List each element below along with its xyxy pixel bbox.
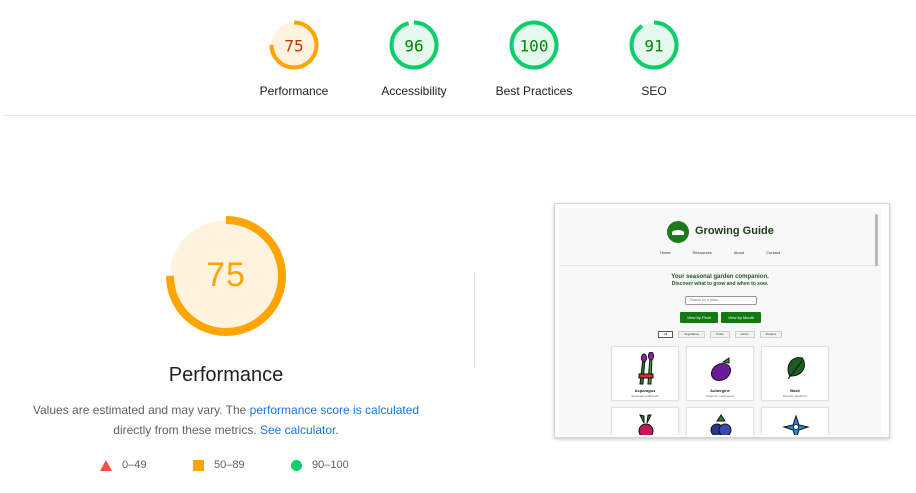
performance-gauge-large: 75	[166, 216, 286, 336]
nav-resources: Resources	[692, 250, 712, 255]
gauge-label: Accessibility	[381, 84, 447, 98]
desc-text: Values are estimated and may vary. The	[32, 403, 250, 417]
gauge-performance-ring: 75	[269, 20, 319, 70]
gauge-performance[interactable]: 75 Performance	[234, 20, 354, 98]
legend-average: 50–89	[193, 459, 245, 471]
hero-heading: Your seasonal garden companion.	[671, 274, 769, 280]
gauge-score: 96	[404, 37, 423, 56]
basil-icon	[787, 357, 805, 380]
beetroot-icon	[638, 414, 654, 435]
plant-latin-name: Ocimum basilicum	[782, 394, 808, 398]
final-screenshot-thumbnail[interactable]: Growing Guide Home Resources About Conta…	[554, 203, 890, 438]
view-by-plant-button: View by Plant	[680, 312, 718, 323]
filter-chips: All Vegetables Fruits Herbs Flowers	[559, 331, 881, 338]
nav-home: Home	[659, 250, 671, 255]
see-calculator-link[interactable]: See calculator	[260, 423, 335, 437]
legend-pass: 90–100	[291, 459, 349, 471]
hero-subheading: Discover what to grow and when to sow.	[671, 281, 769, 287]
asparagus-icon	[638, 352, 654, 385]
chip-herbs: Herbs	[734, 331, 755, 338]
gauge-seo-ring: 91	[629, 20, 679, 70]
chip-fruits: Fruits	[710, 331, 730, 338]
gauge-label: Performance	[259, 84, 329, 98]
legend-fail: 0–49	[100, 459, 146, 471]
borage-icon	[782, 414, 810, 435]
blueberry-icon	[710, 414, 732, 435]
plant-latin-name: Solanum melongena	[706, 394, 734, 398]
plant-card	[611, 407, 679, 435]
score-gauges-row: 75 Performance 96 Accessibility 100 Best…	[0, 0, 916, 116]
screenshot-viewport: Growing Guide Home Resources About Conta…	[559, 208, 881, 435]
performance-score-large: 75	[206, 256, 246, 294]
plant-card: Asparagus Asparagus officinalis	[611, 346, 679, 401]
view-by-month-button: View by Month	[721, 312, 761, 323]
chip-all: All	[657, 331, 674, 338]
plant-name: Basil	[790, 388, 800, 393]
legend-average-range: 50–89	[214, 459, 245, 471]
legend-pass-range: 90–100	[312, 459, 349, 471]
gauge-label: SEO	[641, 84, 667, 98]
header-divider	[4, 115, 916, 116]
site-title: Growing Guide	[695, 225, 774, 237]
gauge-best-practices-ring: 100	[509, 20, 559, 70]
plant-card	[761, 407, 829, 435]
triangle-icon	[100, 459, 112, 471]
leaf-logo-icon	[667, 221, 689, 243]
plant-card: Basil Ocimum basilicum	[761, 346, 829, 401]
site-search-input: Search for a plant...	[685, 296, 757, 305]
plant-card	[686, 407, 754, 435]
thumbnail-scrollbar	[875, 214, 878, 266]
aubergine-icon	[710, 357, 732, 382]
desc-text: directly from these metrics.	[113, 423, 260, 437]
chip-flowers: Flowers	[759, 331, 783, 338]
plant-name: Asparagus	[634, 388, 656, 393]
performance-title: Performance	[168, 364, 284, 386]
gauge-label: Best Practices	[495, 84, 573, 98]
desc-text: .	[335, 423, 339, 437]
legend-fail-range: 0–49	[122, 459, 147, 471]
gauge-accessibility-ring: 96	[389, 20, 439, 70]
gauge-score: 100	[520, 37, 549, 56]
gauge-seo[interactable]: 91 SEO	[594, 20, 714, 98]
gauge-score: 91	[644, 37, 663, 56]
nav-contact: Contact	[766, 250, 781, 255]
gauge-score: 75	[284, 37, 303, 56]
square-icon	[193, 459, 204, 471]
plant-name: Aubergine	[710, 388, 730, 393]
gauge-accessibility[interactable]: 96 Accessibility	[354, 20, 474, 98]
circle-icon	[291, 459, 302, 471]
performance-description: Values are estimated and may vary. The p…	[20, 400, 432, 440]
plant-cards-grid: Asparagus Asparagus officinalis Aubergin…	[611, 346, 829, 435]
plant-latin-name: Asparagus officinalis	[631, 394, 659, 398]
gauge-best-practices[interactable]: 100 Best Practices	[474, 20, 594, 98]
plant-card: Aubergine Solanum melongena	[686, 346, 754, 401]
vertical-separator	[474, 272, 475, 368]
chip-vegetables: Vegetables	[678, 331, 706, 338]
score-calculation-link[interactable]: performance score is calculated	[250, 403, 419, 417]
site-header: Growing Guide Home Resources About Conta…	[559, 208, 881, 266]
site-nav: Home Resources About Contact	[559, 250, 881, 255]
nav-about: About	[733, 250, 745, 255]
